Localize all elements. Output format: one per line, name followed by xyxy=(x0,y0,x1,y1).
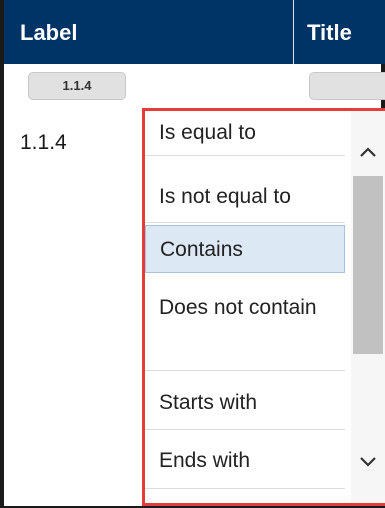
column-divider[interactable] xyxy=(293,0,294,64)
filter-operator-dropdown: Is equal to Is not equal to Contains Doe… xyxy=(142,108,385,506)
table-cell-label[interactable]: 1.1.4 xyxy=(20,131,67,155)
filter-option-is-not-equal-to[interactable]: Is not equal to xyxy=(145,171,345,223)
chevron-down-icon[interactable] xyxy=(351,447,385,477)
filter-icon[interactable] xyxy=(142,70,168,100)
clear-filter-icon[interactable] xyxy=(199,70,225,100)
filter-option-contains[interactable]: Contains xyxy=(145,225,345,273)
filter-option-is-equal-to[interactable]: Is equal to xyxy=(145,111,345,156)
title-filter-input[interactable] xyxy=(309,72,385,100)
chevron-up-icon[interactable] xyxy=(351,137,385,167)
filter-option-does-not-contain[interactable]: Does not contain xyxy=(145,283,345,371)
grid-frame: Label Title 1.1.4 1.1.4 Is equal to Is n… xyxy=(0,0,385,508)
label-filter-input[interactable]: 1.1.4 xyxy=(28,72,126,100)
filter-option-starts-with[interactable]: Starts with xyxy=(145,375,345,430)
column-header-title[interactable]: Title xyxy=(307,22,352,44)
scrollbar-thumb[interactable] xyxy=(353,176,383,354)
filter-option-ends-with[interactable]: Ends with xyxy=(145,433,345,489)
column-header-label[interactable]: Label xyxy=(20,22,77,44)
grid-header: Label Title xyxy=(4,0,385,64)
